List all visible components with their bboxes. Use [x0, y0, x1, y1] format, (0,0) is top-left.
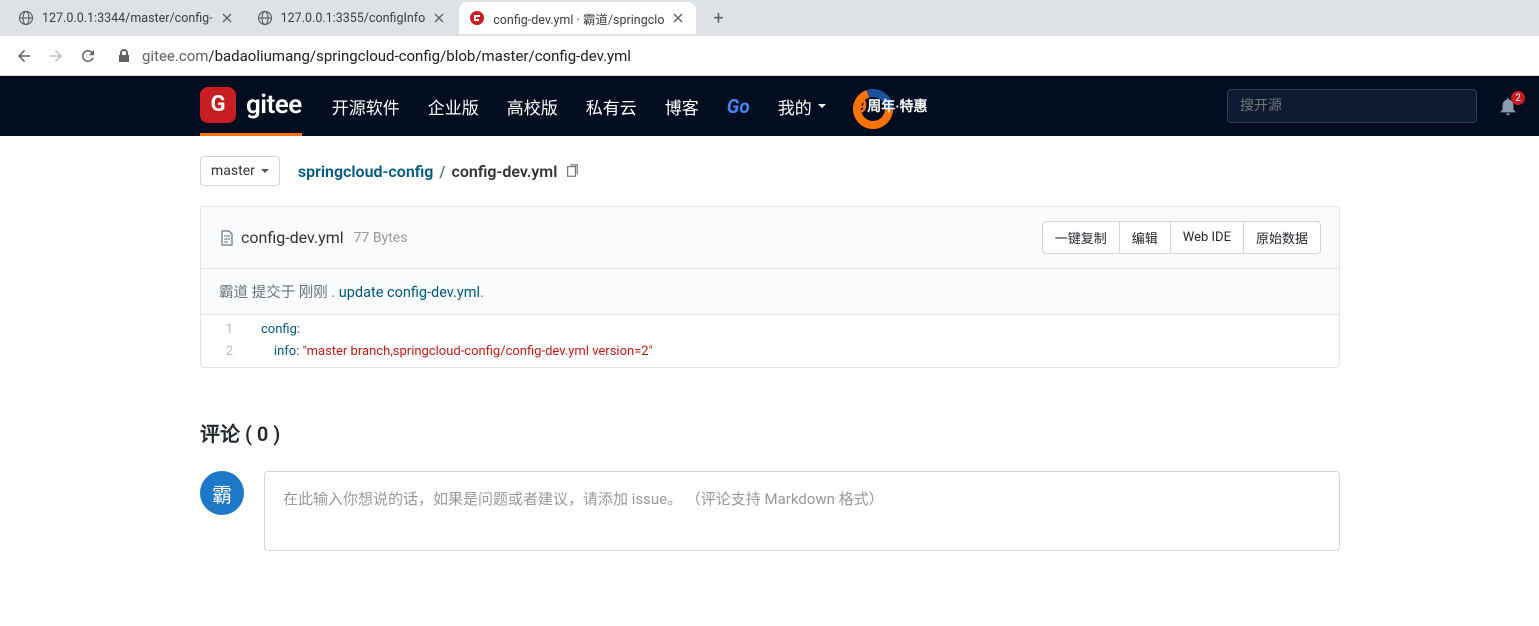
- notifications-count: 2: [1511, 91, 1525, 105]
- promo-text: 周年·特惠: [867, 96, 927, 116]
- browser-toolbar: gitee.com/badaoliumang/springcloud-confi…: [0, 36, 1539, 76]
- action-webide[interactable]: Web IDE: [1171, 221, 1244, 254]
- browser-tab-strip: 127.0.0.1:3344/master/config- 127.0.0.1:…: [0, 0, 1539, 36]
- nav-enterprise[interactable]: 企业版: [428, 76, 479, 136]
- code-viewer: 1 config: 2 info: "master branch,springc…: [201, 315, 1339, 367]
- line-content[interactable]: info: "master branch,springcloud-config/…: [251, 341, 653, 363]
- commit-message[interactable]: update config-dev.yml: [339, 284, 480, 301]
- nav-blog[interactable]: 博客: [665, 76, 699, 136]
- promo-badge[interactable]: 9 周年·特惠: [854, 94, 928, 118]
- file-header: config-dev.yml 77 Bytes 一键复制 编辑 Web IDE …: [201, 207, 1339, 269]
- nav-go[interactable]: Go: [727, 76, 750, 136]
- commit-author[interactable]: 霸道: [219, 284, 248, 301]
- close-icon[interactable]: [670, 10, 686, 26]
- comment-input[interactable]: 在此输入你想说的话，如果是问题或者建议，请添加 issue。 （评论支持 Mar…: [264, 471, 1340, 551]
- notifications-button[interactable]: 2: [1497, 95, 1519, 117]
- gitee-logo-icon: G: [200, 87, 236, 123]
- browser-tab[interactable]: 127.0.0.1:3344/master/config-: [8, 2, 245, 34]
- line-content[interactable]: config:: [251, 319, 300, 341]
- comment-form: 霸 在此输入你想说的话，如果是问题或者建议，请添加 issue。 （评论支持 M…: [200, 471, 1340, 551]
- breadcrumb-repo[interactable]: springcloud-config: [298, 162, 434, 181]
- commit-info: 霸道 提交于 刚刚 . update config-dev.yml.: [201, 269, 1339, 315]
- back-button[interactable]: [10, 42, 38, 70]
- branch-selector[interactable]: master: [200, 156, 280, 186]
- code-line: 2 info: "master branch,springcloud-confi…: [201, 341, 1339, 363]
- file-size: 77 Bytes: [354, 230, 408, 246]
- tab-title: 127.0.0.1:3355/configInfo: [281, 11, 426, 26]
- lock-icon: [116, 48, 132, 64]
- url-text: gitee.com/badaoliumang/springcloud-confi…: [142, 47, 631, 65]
- file-icon: [219, 230, 235, 246]
- nav-private[interactable]: 私有云: [586, 76, 637, 136]
- file-panel: config-dev.yml 77 Bytes 一键复制 编辑 Web IDE …: [200, 206, 1340, 368]
- promo-year: 9: [856, 94, 867, 118]
- action-copy[interactable]: 一键复制: [1042, 221, 1120, 254]
- close-icon[interactable]: [219, 10, 235, 26]
- page-content: master springcloud-config / config-dev.y…: [0, 136, 1340, 551]
- line-number: 2: [201, 341, 251, 363]
- breadcrumb-file: config-dev.yml: [452, 162, 558, 181]
- tab-title: 127.0.0.1:3344/master/config-: [42, 11, 213, 26]
- nav-opensource[interactable]: 开源软件: [332, 76, 400, 136]
- avatar[interactable]: 霸: [200, 471, 244, 515]
- globe-icon: [257, 10, 273, 26]
- commit-time: 刚刚: [299, 284, 328, 301]
- search-input[interactable]: [1227, 89, 1477, 123]
- reload-button[interactable]: [74, 42, 102, 70]
- comments-header: 评论 ( 0 ): [200, 418, 1340, 447]
- file-actions: 一键复制 编辑 Web IDE 原始数据: [1042, 221, 1321, 254]
- globe-icon: [18, 10, 34, 26]
- tab-title: config-dev.yml · 霸道/springclo: [493, 9, 664, 28]
- browser-tab[interactable]: 127.0.0.1:3355/configInfo: [247, 2, 458, 34]
- address-bar[interactable]: gitee.com/badaoliumang/springcloud-confi…: [116, 41, 1529, 71]
- breadcrumb-separator: /: [439, 162, 445, 181]
- site-nav: G gitee 开源软件 企业版 高校版 私有云 博客 Go 我的 9 周年·特…: [0, 76, 1539, 136]
- code-line: 1 config:: [201, 319, 1339, 341]
- forward-button[interactable]: [42, 42, 70, 70]
- gitee-logo-text: gitee: [246, 90, 302, 120]
- close-icon[interactable]: [431, 10, 447, 26]
- file-name: config-dev.yml: [241, 228, 344, 247]
- copy-path-button[interactable]: [565, 164, 579, 178]
- breadcrumb-row: master springcloud-config / config-dev.y…: [200, 156, 1340, 186]
- browser-tab-active[interactable]: config-dev.yml · 霸道/springclo: [459, 2, 696, 34]
- site-logo[interactable]: G gitee: [200, 76, 302, 136]
- new-tab-button[interactable]: +: [704, 4, 732, 32]
- nav-my-dropdown[interactable]: 我的: [778, 76, 826, 136]
- gitee-icon: [469, 10, 485, 26]
- action-edit[interactable]: 编辑: [1120, 221, 1171, 254]
- commit-sep: .: [331, 284, 338, 301]
- line-number: 1: [201, 319, 251, 341]
- commit-period: .: [480, 284, 484, 301]
- commit-verb: 提交于: [252, 284, 296, 301]
- action-raw[interactable]: 原始数据: [1244, 221, 1321, 254]
- nav-edu[interactable]: 高校版: [507, 76, 558, 136]
